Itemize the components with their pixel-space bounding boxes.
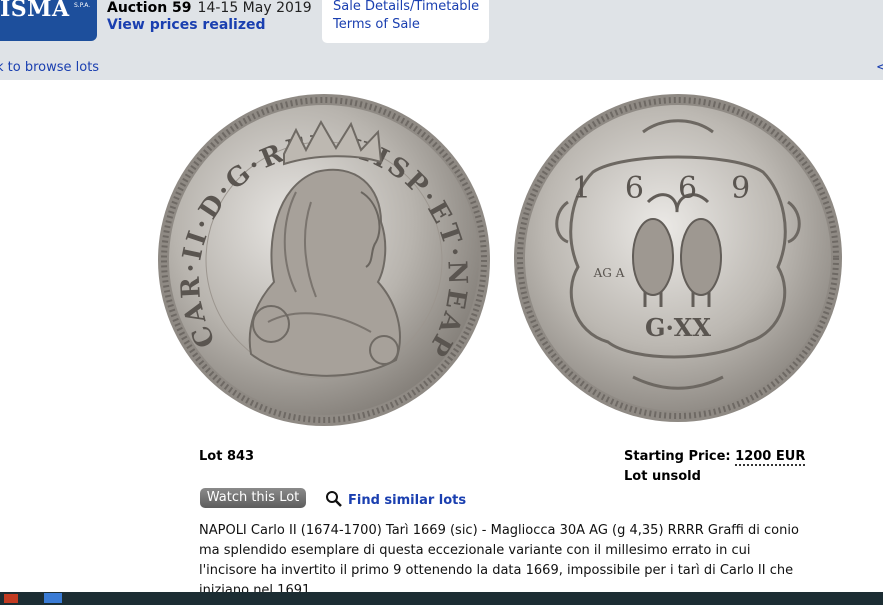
coin-obverse-image[interactable]: CAR·II·D·G·REX·HISP·ET·NEAP	[156, 92, 492, 428]
back-to-lots-link[interactable]: k to browse lots	[0, 60, 99, 75]
logo-mark: S.P.A.	[74, 2, 91, 9]
reverse-year: 1669	[572, 171, 784, 206]
starting-price: Starting Price: 1200 EUR	[624, 449, 806, 466]
reverse-value: G·XX	[645, 313, 711, 342]
next-lot-arrow[interactable]: <	[876, 60, 883, 75]
app-icon[interactable]	[44, 593, 62, 603]
reverse-mint-mark: AG A	[593, 266, 625, 280]
starting-price-label: Starting Price:	[624, 449, 731, 464]
sale-details-link[interactable]: Sale Details/Timetable	[333, 0, 479, 14]
starting-price-value[interactable]: 1200 EUR	[735, 449, 806, 466]
watch-lot-button[interactable]: Watch this Lot	[200, 488, 306, 508]
view-prices-link[interactable]: View prices realized	[107, 17, 266, 33]
nomisma-logo[interactable]: ISMA S.P.A.	[0, 0, 97, 41]
lot-description: NAPOLI Carlo II (1674-1700) Tarì 1669 (s…	[199, 523, 799, 598]
find-similar-label: Find similar lots	[348, 493, 467, 508]
auction-header: ISMA S.P.A. Auction 59 14-15 May 2019 Vie…	[0, 0, 883, 80]
auction-name: Auction 59	[107, 0, 192, 16]
os-taskbar	[0, 592, 883, 605]
coin-reverse-image[interactable]: 1669 G·XX AG A	[513, 92, 843, 424]
search-icon	[326, 491, 342, 507]
auction-date: 14-15 May 2019	[197, 0, 312, 16]
find-similar-lots-link[interactable]: Find similar lots	[325, 490, 466, 508]
lot-status: Lot unsold	[624, 469, 701, 484]
start-icon[interactable]	[4, 594, 18, 603]
auction-title-line: Auction 59 14-15 May 2019	[107, 0, 312, 16]
lot-number: Lot 843	[199, 449, 255, 464]
terms-of-sale-link[interactable]: Terms of Sale	[333, 17, 420, 32]
sale-info-box: Sale Details/Timetable Terms of Sale	[322, 0, 489, 43]
logo-text: ISMA	[0, 0, 70, 22]
